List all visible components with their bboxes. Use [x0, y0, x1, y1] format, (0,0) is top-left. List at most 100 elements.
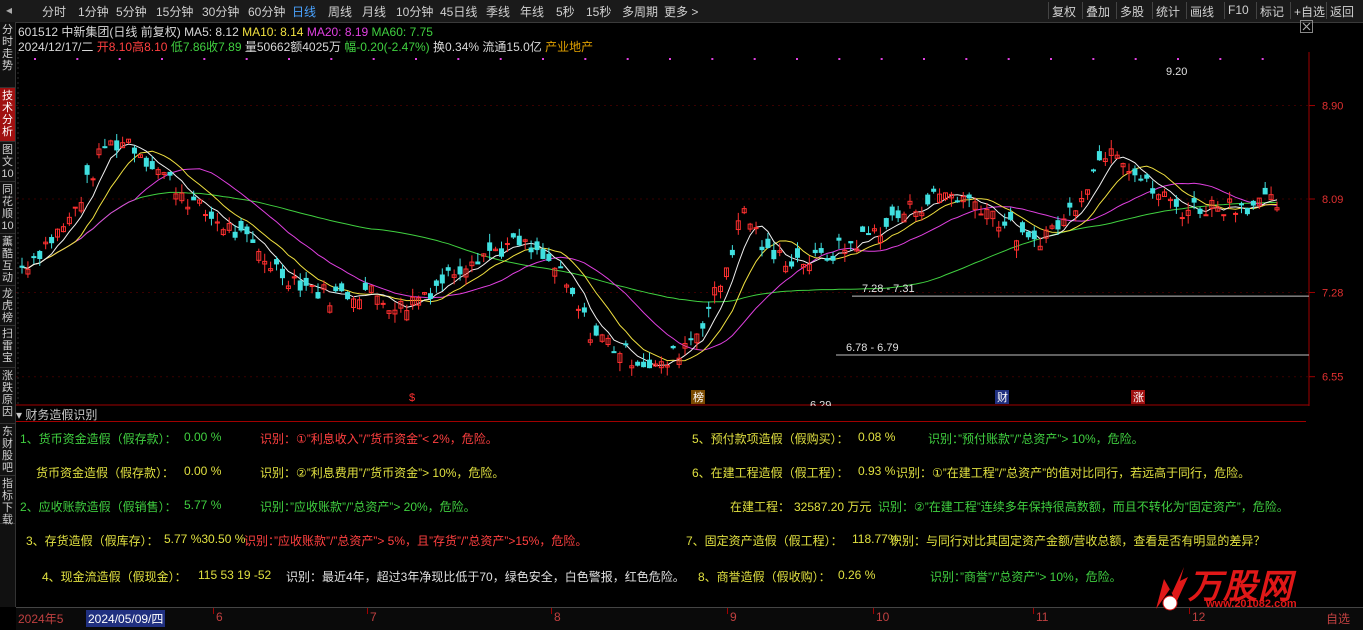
signal-dot: [1134, 58, 1137, 60]
candle-body: [380, 302, 386, 305]
period-tab-3[interactable]: 15分钟: [156, 3, 193, 20]
date-label-1[interactable]: 2024/05/09/四: [86, 610, 166, 627]
candle-body: [753, 227, 759, 230]
candle-body: [540, 248, 546, 259]
period-tab-13[interactable]: 5秒: [556, 3, 575, 20]
period-tab-10[interactable]: 45日线: [440, 3, 477, 20]
kline-chart[interactable]: 8.90 8.09 7.28 6.55 9.20 7.28 - 7.31 6.78 - 6…: [16, 52, 1363, 406]
candle-body: [131, 147, 137, 154]
period-tab-1[interactable]: 1分钟: [78, 3, 109, 20]
signal-dot: [288, 58, 290, 60]
candle-body: [641, 361, 647, 368]
candle-body: [1090, 169, 1096, 172]
period-tab-6[interactable]: 日线: [292, 3, 316, 20]
panel-title: 财务造假识别: [25, 408, 98, 422]
collapse-icon[interactable]: ▾: [16, 408, 22, 422]
period-tab-5[interactable]: 60分钟: [248, 3, 285, 20]
candle-body: [49, 237, 55, 244]
toolbar-right-3[interactable]: 统计: [1156, 3, 1180, 20]
toolbar-right-8[interactable]: 返回: [1330, 3, 1354, 20]
signal-dot: [457, 58, 460, 60]
period-tab-11[interactable]: 季线: [486, 3, 510, 20]
candle-body: [925, 194, 931, 205]
period-tab-12[interactable]: 年线: [520, 3, 544, 20]
toolbar-right-7[interactable]: +自选: [1294, 3, 1325, 20]
period-tab-8[interactable]: 月线: [362, 3, 386, 20]
event-marker[interactable]: 榜: [693, 390, 704, 404]
candle-body: [860, 226, 866, 232]
row-title-1: 货币资金造假（假存款）：: [36, 466, 175, 480]
candle-body: [528, 247, 534, 253]
sidebar-item-9[interactable]: 指标下载: [0, 476, 15, 526]
date-label-7: 11: [1036, 610, 1049, 624]
period-tab-7[interactable]: 周线: [328, 3, 352, 20]
row-note-0: 识别：①”利息收入”/”货币资金”< 2%，危险。: [260, 432, 498, 446]
candle-body: [670, 345, 676, 349]
toolbar-divider: [1326, 2, 1327, 19]
date-label-6: 10: [876, 610, 890, 624]
sidebar-item-3[interactable]: 同花顺10: [0, 182, 15, 234]
stock-code: 601512: [18, 25, 59, 39]
signal-dot: [1050, 58, 1052, 60]
candle-body: [1132, 168, 1138, 176]
date-label-5: 9: [730, 610, 737, 624]
candle-body: [1144, 174, 1150, 179]
toolbar-right-0[interactable]: 复权: [1052, 3, 1076, 20]
signal-dot: [880, 58, 883, 60]
sidebar-item-8[interactable]: 东财股吧: [0, 424, 15, 476]
period-tab-2[interactable]: 5分钟: [116, 3, 147, 20]
sidebar-item-5[interactable]: 龙虎榜: [0, 286, 15, 326]
sidebar-item-6[interactable]: 扫雷宝: [0, 326, 15, 368]
signal-dot: [1007, 58, 1010, 60]
date-tick: [551, 608, 552, 614]
row-title-2: 2、应收账款造假（假销售）：: [20, 500, 177, 514]
row-note-7: 识别：②”在建工程”连续多年保持很高数额，而且不转化为”固定资产”，危险。: [878, 500, 1289, 514]
event-marker[interactable]: 财: [997, 390, 1008, 404]
candle-body: [647, 359, 652, 369]
signal-dot: [584, 58, 587, 60]
period-tab-15[interactable]: 多周期: [622, 3, 658, 20]
sidebar-item-0[interactable]: 分时走势: [0, 22, 15, 88]
sidebar-item-1[interactable]: 技术分析: [0, 88, 15, 142]
candle-body: [729, 249, 735, 256]
left-arrow-icon[interactable]: ◂: [6, 3, 12, 17]
ma20-line: [21, 168, 1278, 351]
toolbar-right-5[interactable]: F10: [1228, 3, 1249, 17]
period-tab-0[interactable]: 分时: [42, 3, 66, 20]
toolbar-divider: [1290, 2, 1291, 19]
price-annotation: 9.20: [1166, 66, 1187, 78]
candle-body: [1250, 200, 1256, 206]
period-tab-9[interactable]: 10分钟: [396, 3, 433, 20]
row-note-3: 识别：”应收账款”/”总资产”> 5%，且”存货”/”总资产”>15%，危险。: [244, 534, 588, 548]
candle-body: [439, 274, 445, 284]
sidebar-item-4[interactable]: 薰酷互动: [0, 234, 15, 286]
sidebar-item-2[interactable]: 图文10: [0, 142, 15, 182]
candle-body: [510, 233, 516, 238]
signal-dot: [626, 58, 629, 60]
signal-dot: [838, 58, 841, 60]
candle-body: [309, 284, 315, 287]
row-note-2: 识别：”应收账款”/”总资产”> 20%，危险。: [260, 500, 476, 514]
toolbar-right-1[interactable]: 叠加: [1086, 3, 1110, 20]
period-tab-4[interactable]: 30分钟: [202, 3, 239, 20]
toolbar-right-4[interactable]: 画线: [1190, 3, 1214, 20]
toolbar-right-6[interactable]: 标记: [1260, 3, 1284, 20]
toolbar-right-2[interactable]: 多股: [1120, 3, 1144, 20]
date-tick: [873, 608, 874, 614]
period-tab-16[interactable]: 更多 >: [664, 3, 698, 20]
candle-body: [848, 241, 854, 244]
row-note-6: 识别：①”在建工程”/”总资产”的值对比同行，若远高于同行，危险。: [896, 466, 1251, 480]
candle-body: [830, 255, 836, 261]
candle-body: [37, 251, 43, 260]
close-icon[interactable]: [1300, 20, 1313, 33]
candle-body: [889, 206, 895, 216]
date-tick: [1033, 608, 1034, 614]
event-marker[interactable]: $: [409, 392, 415, 404]
candle-body: [1096, 151, 1102, 161]
date-label-0: 2024年5: [18, 612, 64, 626]
toolbar-divider: [1256, 2, 1257, 19]
candle-body: [1019, 222, 1025, 233]
event-marker[interactable]: 涨: [1133, 391, 1144, 404]
sidebar-item-7[interactable]: 涨跌原因: [0, 368, 15, 424]
period-tab-14[interactable]: 15秒: [586, 3, 611, 20]
